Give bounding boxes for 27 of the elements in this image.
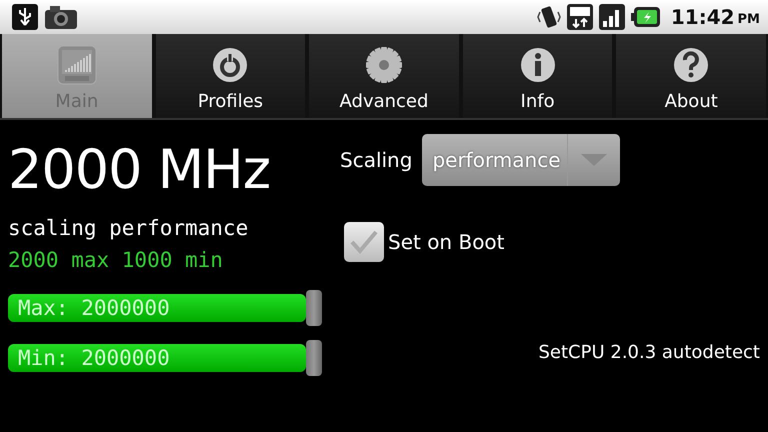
network-3g-icon [566,4,593,30]
tab[interactable]: About [616,34,766,118]
slider-label: Max: 2000000 [18,295,170,322]
gear-icon [364,45,404,85]
dropdown-arrow-icon [581,154,608,166]
battery-icon [630,6,661,28]
tab[interactable]: Advanced [309,34,459,118]
clock-time: 11:42 [670,5,735,29]
clock-ampm: PM [738,12,760,26]
check-icon [349,229,379,255]
frequency-reading: 2000 MHz [8,137,272,203]
governor-text: scaling performance [8,215,250,242]
tab[interactable]: Info [462,34,612,118]
bar-chart-icon [56,45,97,85]
vibrate-icon [536,4,561,30]
range-text: 2000 max 1000 min [8,247,224,274]
scaling-label: Scaling [340,148,412,172]
checkbox[interactable] [344,222,384,262]
set-on-boot-label: Set on Boot [388,230,505,254]
usb-icon [12,4,38,30]
signal-icon [598,4,625,30]
version-text: SetCPU 2.0.3 autodetect [538,342,760,363]
tab[interactable]: Profiles [156,34,306,118]
camera-icon [44,4,78,30]
slider-thumb[interactable] [306,340,322,376]
slider-thumb[interactable] [306,290,322,326]
slider-label: Min: 2000000 [18,345,170,372]
